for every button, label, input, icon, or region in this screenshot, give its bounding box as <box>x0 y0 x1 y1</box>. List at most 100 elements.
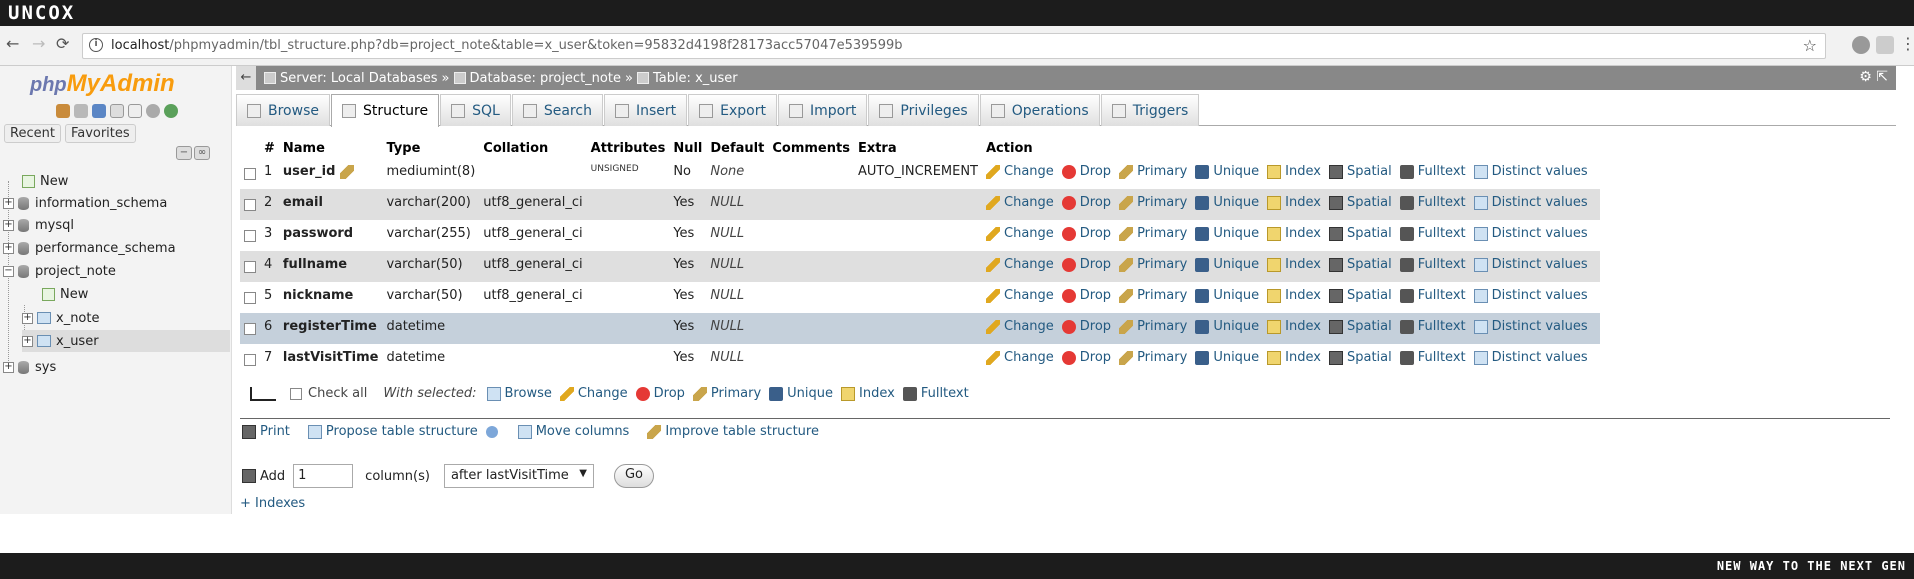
bulk-primary-button[interactable]: Primary <box>692 386 761 401</box>
tree-item-information-schema[interactable]: + information_schema <box>3 192 167 214</box>
index-button[interactable]: Index <box>1267 226 1321 241</box>
index-button[interactable]: Index <box>1267 319 1321 334</box>
distinct-values-button[interactable]: Distinct values <box>1473 319 1588 334</box>
extension-icon[interactable] <box>1852 36 1870 54</box>
info-icon[interactable]: i <box>89 38 103 52</box>
primary-button[interactable]: Primary <box>1119 164 1187 179</box>
collapse-icon[interactable]: − <box>3 265 14 277</box>
spatial-button[interactable]: Spatial <box>1328 350 1392 365</box>
fulltext-button[interactable]: Fulltext <box>1399 350 1466 365</box>
tab-browse[interactable]: Browse <box>236 94 330 126</box>
drop-button[interactable]: Drop <box>1061 319 1111 334</box>
spatial-button[interactable]: Spatial <box>1328 195 1392 210</box>
unique-button[interactable]: Unique <box>1195 164 1259 179</box>
distinct-values-button[interactable]: Distinct values <box>1473 226 1588 241</box>
link-icon[interactable]: ∞ <box>194 146 210 160</box>
primary-button[interactable]: Primary <box>1119 257 1187 272</box>
fulltext-button[interactable]: Fulltext <box>1399 195 1466 210</box>
tree-item-x-user[interactable]: + x_user <box>22 330 230 352</box>
bulk-browse-button[interactable]: Browse <box>486 386 552 401</box>
spatial-button[interactable]: Spatial <box>1328 257 1392 272</box>
tab-operations[interactable]: Operations <box>979 94 1100 126</box>
tab-structure[interactable]: Structure <box>330 94 440 127</box>
table-row[interactable]: 3 password varchar(255) utf8_general_ci Yes N… <box>240 220 1600 251</box>
home-icon[interactable] <box>56 104 70 118</box>
phpmyadmin-logo[interactable]: phpMyAdmin <box>30 70 175 98</box>
drop-button[interactable]: Drop <box>1061 257 1111 272</box>
distinct-values-button[interactable]: Distinct values <box>1473 288 1588 303</box>
expand-icon[interactable]: + <box>22 312 33 324</box>
unique-button[interactable]: Unique <box>1195 257 1259 272</box>
docs-icon[interactable] <box>110 104 124 118</box>
check-all-checkbox[interactable] <box>290 387 302 400</box>
drop-button[interactable]: Drop <box>1061 195 1111 210</box>
move-columns-link[interactable]: Move columns <box>517 424 629 439</box>
change-button[interactable]: Change <box>986 319 1054 334</box>
help-icon[interactable] <box>92 104 106 118</box>
tree-item-new-table[interactable]: New <box>42 283 88 305</box>
spatial-button[interactable]: Spatial <box>1328 226 1392 241</box>
primary-button[interactable]: Primary <box>1119 350 1187 365</box>
fulltext-button[interactable]: Fulltext <box>1399 319 1466 334</box>
distinct-values-button[interactable]: Distinct values <box>1473 195 1588 210</box>
propose-structure-link[interactable]: Propose table structure <box>307 424 478 439</box>
primary-button[interactable]: Primary <box>1119 195 1187 210</box>
bulk-drop-button[interactable]: Drop <box>635 386 685 401</box>
recent-tab[interactable]: Recent <box>4 124 61 143</box>
tree-item-mysql[interactable]: + mysql <box>3 214 74 236</box>
url-text[interactable]: localhost/phpmyadmin/tbl_structure.php?d… <box>111 38 903 53</box>
tab-import[interactable]: Import <box>777 94 868 126</box>
indexes-link[interactable]: + Indexes <box>240 496 305 511</box>
logout-icon[interactable] <box>74 104 88 118</box>
primary-button[interactable]: Primary <box>1119 288 1187 303</box>
unique-button[interactable]: Unique <box>1195 350 1259 365</box>
column-count-input[interactable]: 1 <box>293 464 354 488</box>
change-button[interactable]: Change <box>986 164 1054 179</box>
tree-item-project-note[interactable]: − project_note <box>3 260 116 282</box>
position-select[interactable]: after lastVisitTime ▼ <box>443 464 594 488</box>
bulk-change-button[interactable]: Change <box>559 386 628 401</box>
collapse-all-icon[interactable]: − <box>176 146 192 160</box>
expand-icon[interactable]: + <box>3 242 14 254</box>
bulk-index-button[interactable]: Index <box>841 386 895 401</box>
fulltext-button[interactable]: Fulltext <box>1399 257 1466 272</box>
fulltext-button[interactable]: Fulltext <box>1399 288 1466 303</box>
unique-button[interactable]: Unique <box>1195 319 1259 334</box>
forward-arrow-icon[interactable]: → <box>32 34 45 53</box>
reload-nav-icon[interactable] <box>164 104 178 118</box>
distinct-values-button[interactable]: Distinct values <box>1473 350 1588 365</box>
index-button[interactable]: Index <box>1267 257 1321 272</box>
spatial-button[interactable]: Spatial <box>1328 164 1392 179</box>
row-checkbox[interactable] <box>244 168 256 180</box>
drop-button[interactable]: Drop <box>1061 350 1111 365</box>
table-row[interactable]: 4 fullname varchar(50) utf8_general_ci Yes NU… <box>240 251 1600 282</box>
breadcrumb-table[interactable]: Table: x_user <box>653 71 738 86</box>
primary-button[interactable]: Primary <box>1119 226 1187 241</box>
table-row[interactable]: 1 user_id mediumint(8) UNSIGNED No None AUTO_… <box>240 158 1600 189</box>
improve-structure-link[interactable]: Improve table structure <box>647 424 819 439</box>
tab-insert[interactable]: Insert <box>603 94 688 126</box>
favorites-tab[interactable]: Favorites <box>64 124 136 143</box>
settings-gear-icon[interactable]: ⚙ ⇱ <box>1859 69 1888 85</box>
go-button[interactable]: Go <box>613 464 654 488</box>
back-arrow-icon[interactable]: ← <box>6 34 19 53</box>
table-row[interactable]: 6 registerTime datetime Yes NULL Change Drop Pr… <box>240 313 1600 344</box>
tree-item-performance-schema[interactable]: + performance_schema <box>3 237 176 259</box>
breadcrumb-database[interactable]: Database: project_note <box>470 71 621 86</box>
fulltext-button[interactable]: Fulltext <box>1399 226 1466 241</box>
row-checkbox[interactable] <box>244 261 256 273</box>
tree-item-new[interactable]: New <box>22 170 68 192</box>
drop-button[interactable]: Drop <box>1061 226 1111 241</box>
unique-button[interactable]: Unique <box>1195 288 1259 303</box>
change-button[interactable]: Change <box>986 195 1054 210</box>
row-checkbox[interactable] <box>244 354 256 366</box>
collapse-nav-icon[interactable]: ← <box>236 66 256 90</box>
drop-button[interactable]: Drop <box>1061 164 1111 179</box>
spatial-button[interactable]: Spatial <box>1328 319 1392 334</box>
row-checkbox[interactable] <box>244 323 256 335</box>
breadcrumb-server[interactable]: Server: Local Databases <box>280 71 438 86</box>
reload-icon[interactable]: ⟳ <box>56 34 69 53</box>
expand-icon[interactable]: + <box>3 361 14 373</box>
row-checkbox[interactable] <box>244 230 256 242</box>
browser-menu-icon[interactable]: ⋮ <box>1900 34 1914 53</box>
